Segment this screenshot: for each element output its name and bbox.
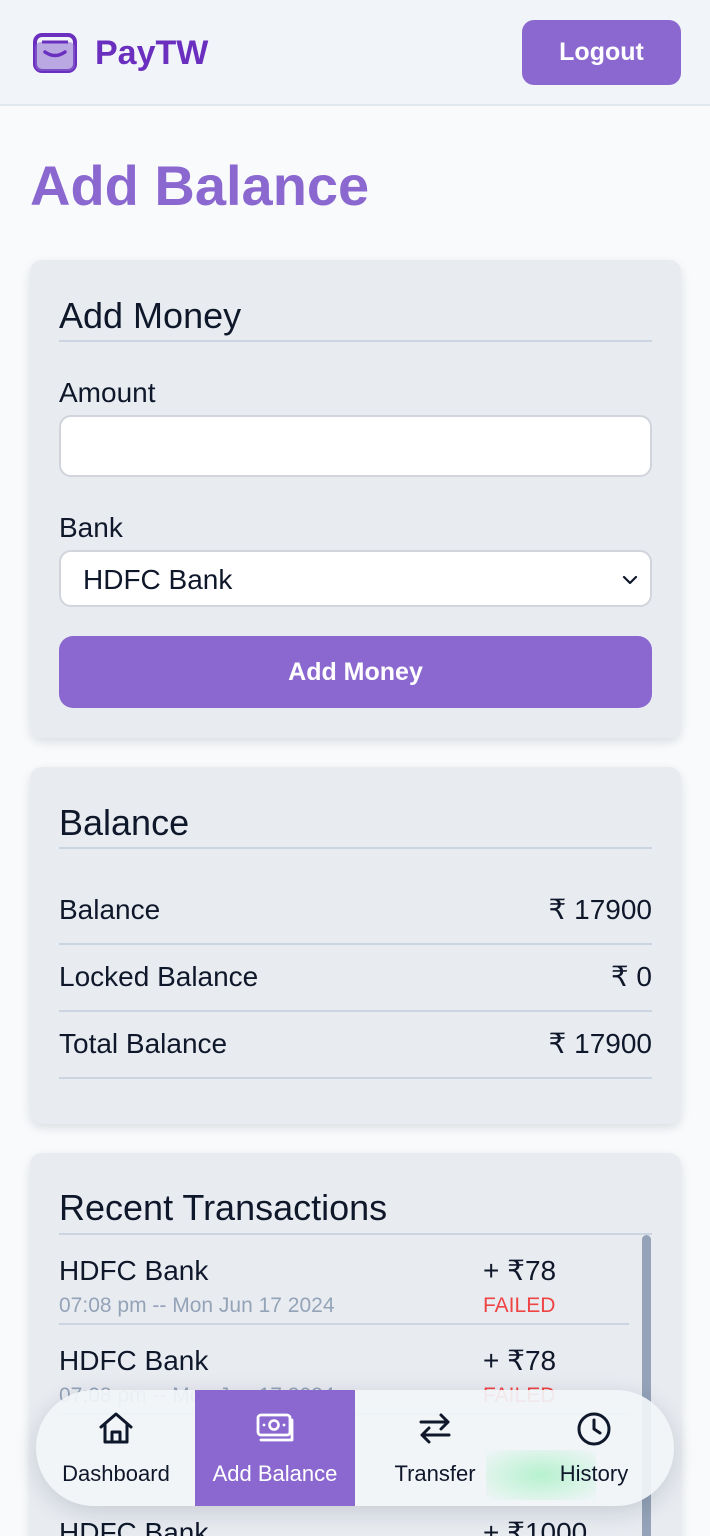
logout-button[interactable]: Logout: [522, 20, 681, 85]
transaction-amount: + ₹78: [483, 1255, 557, 1286]
brand-name: PayTW: [95, 34, 209, 72]
balance-row-value: ₹ 0: [610, 961, 652, 992]
nav-item-add-balance[interactable]: Add Balance: [195, 1390, 355, 1506]
transaction-bank: HDFC Bank: [59, 1345, 209, 1376]
transaction-bank: HDFC Bank: [59, 1255, 209, 1286]
balance-title: Balance: [59, 802, 190, 843]
arrows-swap-icon: [419, 1413, 451, 1444]
balance-row-value: ₹ 17900: [548, 1028, 652, 1059]
nav-item-transfer[interactable]: Transfer: [355, 1390, 515, 1506]
list-item: HDFC Bank 07:08 pm -- Mon Jun 17 2024 + …: [59, 1235, 629, 1325]
clock-icon: [577, 1412, 611, 1446]
nav-label: Transfer: [394, 1461, 476, 1486]
transaction-bank: HDFC Bank: [59, 1517, 209, 1536]
transaction-amount: + ₹1000: [483, 1517, 588, 1536]
add-money-title: Add Money: [59, 295, 242, 336]
bank-label: Bank: [59, 512, 123, 543]
nav-item-dashboard[interactable]: Dashboard: [36, 1390, 196, 1506]
divider: [59, 340, 652, 342]
balance-row: Balance ₹ 17900: [59, 878, 652, 945]
divider: [59, 847, 652, 849]
amount-input[interactable]: [59, 415, 652, 477]
add-money-card: Add Money Amount Bank HDFC Bank Add Mone…: [30, 260, 681, 738]
wallet-icon: [33, 33, 77, 73]
add-money-button[interactable]: Add Money: [59, 636, 652, 708]
transaction-time: 07:08 pm -- Mon Jun 17 2024: [59, 1294, 335, 1317]
balance-row-label: Total Balance: [59, 1028, 228, 1059]
nav-item-history[interactable]: History: [514, 1390, 674, 1506]
balance-row-label: Locked Balance: [59, 961, 259, 992]
bank-select-value: HDFC Bank: [83, 564, 233, 595]
balance-row-value: ₹ 17900: [548, 894, 652, 925]
app-header: PayTW Logout: [0, 0, 710, 106]
banknote-icon: [256, 1413, 294, 1442]
chevron-down-icon: [622, 575, 638, 585]
amount-label: Amount: [59, 377, 156, 408]
page: PayTW Logout Add Balance Add Money Amoun…: [0, 0, 710, 1536]
home-icon: [99, 1412, 133, 1444]
bottom-nav: Dashboard Add Balance Transfer History: [36, 1390, 674, 1506]
total-balance-row: Total Balance ₹ 17900: [59, 1012, 652, 1079]
bank-select[interactable]: HDFC Bank: [59, 550, 652, 607]
transaction-status: FAILED: [483, 1294, 556, 1317]
recent-transactions-title: Recent Transactions: [59, 1187, 388, 1228]
balance-card: Balance Balance ₹ 17900 Locked Balance ₹…: [30, 767, 681, 1124]
nav-label: Dashboard: [62, 1461, 170, 1486]
transaction-amount: + ₹78: [483, 1345, 557, 1376]
locked-balance-row: Locked Balance ₹ 0: [59, 945, 652, 1012]
nav-label: Add Balance: [212, 1461, 338, 1486]
balance-row-label: Balance: [59, 894, 161, 925]
nav-label: History: [559, 1461, 629, 1486]
page-title: Add Balance: [30, 154, 370, 217]
